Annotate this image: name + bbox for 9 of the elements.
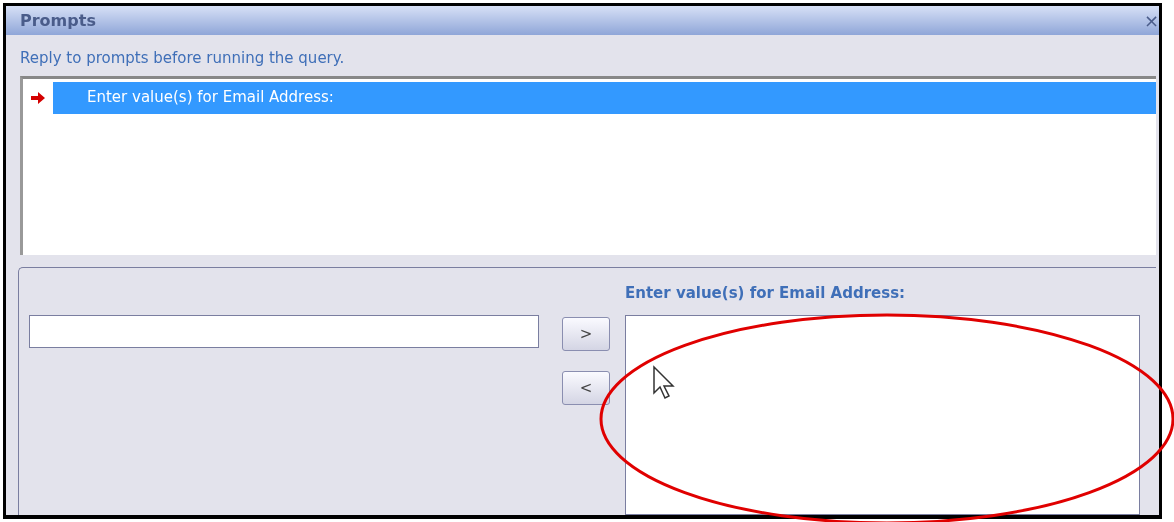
value-input[interactable] [29, 315, 539, 348]
selected-values-label: Enter value(s) for Email Address: [625, 283, 907, 304]
window-title: Prompts [20, 9, 96, 32]
move-button[interactable]: < [562, 371, 610, 405]
instructions-text: Reply to prompts before running the query. [19, 48, 346, 70]
move-button[interactable]: > [562, 317, 610, 351]
cursor-icon [652, 365, 676, 401]
selected-values-list[interactable] [625, 315, 1140, 515]
close-button[interactable]: × [1143, 11, 1159, 30]
